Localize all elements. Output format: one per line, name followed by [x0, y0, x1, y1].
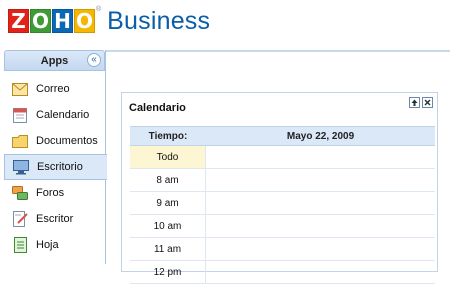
sidebar-item-label: Documentos [36, 135, 98, 147]
apps-sidebar: Apps « Correo Calendario Documentos Escr… [4, 50, 107, 264]
time-label: 9 am [130, 192, 206, 214]
move-up-icon[interactable] [409, 97, 420, 108]
schedule-row[interactable]: 8 am [130, 169, 435, 192]
time-label: 10 am [130, 215, 206, 237]
schedule-row[interactable]: 12 pm [130, 261, 435, 284]
event-slot[interactable] [206, 261, 435, 283]
writer-icon [12, 211, 28, 227]
schedule-row[interactable]: 10 am [130, 215, 435, 238]
event-slot[interactable] [206, 146, 435, 168]
folder-icon [12, 133, 28, 149]
apps-title: Apps [40, 54, 69, 67]
time-label: 11 am [130, 238, 206, 260]
calendar-icon [12, 107, 28, 123]
logo-letter-h: H [52, 9, 73, 33]
apps-list: Correo Calendario Documentos Escritorio … [4, 76, 107, 258]
time-label: 8 am [130, 169, 206, 191]
desktop-icon [13, 159, 29, 175]
sidebar-item-escritor[interactable]: Escritor [4, 206, 105, 232]
date-column-header: Mayo 22, 2009 [286, 130, 355, 142]
forums-icon [12, 185, 28, 201]
widget-title: Calendario [129, 102, 186, 114]
logo-letter-o: O [30, 9, 51, 33]
time-label: 12 pm [130, 261, 206, 283]
zoho-logo-tiles: Z O H O [8, 9, 95, 33]
event-slot[interactable] [206, 238, 435, 260]
time-label: Todo [130, 146, 206, 168]
sidebar-item-documentos[interactable]: Documentos [4, 128, 105, 154]
sidebar-item-label: Escritor [36, 213, 74, 225]
zoho-business-logo: Z O H O ® Business [8, 6, 210, 36]
logo-letter-o-2: O [74, 9, 95, 33]
logo-letter-z: Z [8, 9, 29, 33]
collapse-sidebar-icon[interactable]: « [87, 53, 101, 67]
sidebar-item-label: Foros [36, 187, 65, 199]
schedule-row[interactable]: 9 am [130, 192, 435, 215]
registered-mark: ® [96, 6, 102, 13]
sidebar-item-label: Hoja [36, 239, 59, 251]
sidebar-item-correo[interactable]: Correo [4, 76, 105, 102]
event-slot[interactable] [206, 169, 435, 191]
schedule-header: Tiempo: Mayo 22, 2009 [130, 126, 435, 146]
sidebar-item-foros[interactable]: Foros [4, 180, 105, 206]
sheet-icon [12, 237, 28, 253]
sidebar-item-label: Calendario [36, 109, 90, 121]
schedule-row-all-day[interactable]: Todo [130, 146, 435, 169]
day-schedule-grid: Tiempo: Mayo 22, 2009 Todo 8 am 9 am 10 … [130, 126, 435, 284]
mail-icon [12, 81, 28, 97]
calendar-widget: Calendario Tiempo: Mayo 22, 2009 Todo 8 … [121, 92, 438, 284]
event-slot[interactable] [206, 215, 435, 237]
brand-name: Business [107, 6, 211, 35]
event-slot[interactable] [206, 192, 435, 214]
sidebar-item-calendario[interactable]: Calendario [4, 102, 105, 128]
content-top-border [106, 50, 450, 52]
sidebar-item-hoja[interactable]: Hoja [4, 232, 105, 258]
sidebar-item-label: Correo [36, 83, 70, 95]
schedule-row[interactable]: 11 am [130, 238, 435, 261]
time-column-header: Tiempo: [148, 130, 188, 142]
close-icon[interactable] [422, 97, 433, 108]
sidebar-item-label: Escritorio [37, 161, 83, 173]
sidebar-item-escritorio[interactable]: Escritorio [4, 154, 107, 180]
apps-header: Apps « [4, 50, 105, 71]
